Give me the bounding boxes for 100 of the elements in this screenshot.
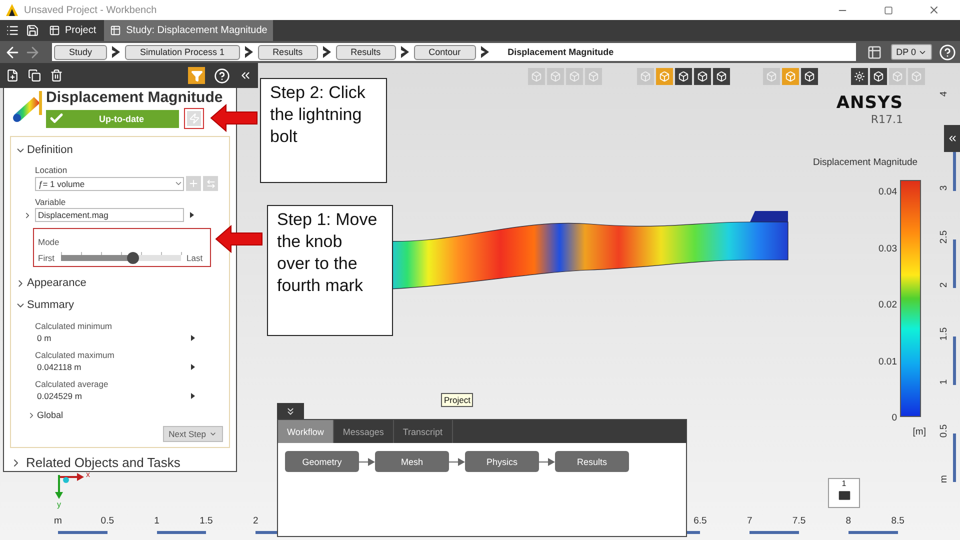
- view-tool-button[interactable]: [694, 68, 711, 85]
- tooltip: Project: [441, 393, 474, 407]
- help-icon[interactable]: [939, 44, 956, 60]
- view-tool-button[interactable]: [851, 68, 868, 85]
- menu-arrow-icon[interactable]: [191, 393, 195, 399]
- separator-arrow-icon: [111, 46, 122, 58]
- tab[interactable]: Transcript: [394, 420, 453, 443]
- ruler-label: 2: [938, 282, 950, 288]
- table-icon[interactable]: [867, 44, 882, 60]
- cube-icon: [716, 71, 727, 82]
- save-icon[interactable]: [26, 24, 38, 37]
- plus-icon: [188, 178, 199, 189]
- breadcrumb-button[interactable]: Contour: [414, 44, 476, 60]
- section-header[interactable]: Appearance: [15, 277, 223, 289]
- legend-title: Displacement Magnitude: [813, 157, 918, 168]
- ruler-label: 1.5: [938, 326, 950, 340]
- ruler-label: 1: [938, 379, 950, 385]
- tab[interactable]: Messages: [334, 420, 394, 443]
- menu-arrow-icon[interactable]: [191, 335, 195, 341]
- contour-object-icon: [10, 89, 42, 123]
- breadcrumb-button[interactable]: Results: [258, 44, 318, 60]
- breadcrumb-button[interactable]: Results: [336, 44, 396, 60]
- breadcrumb-button[interactable]: Simulation Process 1: [125, 44, 240, 60]
- ruler-label: 7: [746, 516, 752, 526]
- cube-icon: [678, 71, 689, 82]
- collapse-icon[interactable]: [239, 69, 252, 82]
- tab[interactable]: Study: Displacement Magnitude: [104, 20, 274, 41]
- expand-icon[interactable]: [23, 210, 32, 220]
- origin-dot-icon: [63, 477, 69, 483]
- slider-knob[interactable]: [126, 252, 139, 264]
- caret-icon: [174, 179, 183, 188]
- cube-icon: [873, 71, 884, 82]
- logo-version: R17.1: [870, 113, 903, 126]
- flow-arrow-icon: [539, 458, 555, 466]
- ruler-label: 1.5: [200, 516, 213, 526]
- legend-tick-label: 0.03: [878, 243, 897, 254]
- subsection-header[interactable]: Global: [27, 410, 223, 420]
- separator-arrow-icon: [322, 46, 332, 58]
- cube-icon: [892, 71, 903, 82]
- menu-arrow-icon[interactable]: [191, 364, 195, 370]
- slider-min-label: First: [38, 253, 55, 263]
- instruction-callout: Step 2: Click the lightning bolt: [260, 78, 387, 183]
- light-icon: [854, 71, 865, 82]
- collapse-icon: [285, 406, 296, 417]
- instruction-callout: Step 1: Move the knob over to the fourth mark: [267, 205, 393, 336]
- summary-value: 0 m: [37, 333, 52, 343]
- related-objects-header[interactable]: Related Objects and Tasks: [10, 455, 230, 470]
- layout-icon: [110, 25, 122, 36]
- breadcrumb-button[interactable]: Study: [54, 44, 108, 60]
- ruler-label: 8: [846, 516, 852, 526]
- ruler-label: 6.5: [694, 516, 707, 526]
- separator-arrow-icon: [400, 46, 410, 58]
- design-point-dropdown[interactable]: DP 0: [891, 44, 932, 60]
- view-tool-button[interactable]: [675, 68, 692, 85]
- ruler-label: 4: [938, 91, 950, 97]
- flow-arrow-icon: [449, 458, 465, 466]
- window-title: Unsaved Project - Workbench: [24, 4, 158, 16]
- workflow-step-button[interactable]: Results: [555, 451, 629, 472]
- collapse-button[interactable]: [277, 403, 304, 420]
- view-tool-button[interactable]: [801, 68, 818, 85]
- view-tool-button[interactable]: [713, 68, 730, 85]
- summary-value: 0.024529 m: [37, 391, 82, 401]
- copy-icon[interactable]: [28, 69, 41, 82]
- cube-icon: [640, 71, 651, 82]
- ruler-label: 8.5: [891, 516, 904, 526]
- trash-icon[interactable]: [50, 69, 63, 82]
- expand-side-button[interactable]: [944, 125, 960, 152]
- lightning-icon: [188, 113, 200, 124]
- maximize-icon[interactable]: [884, 6, 892, 14]
- location-dropdown[interactable]: ƒ= 1 volume: [35, 176, 184, 190]
- tab[interactable]: Project: [43, 20, 102, 41]
- close-icon[interactable]: [928, 4, 940, 16]
- view-tool-button[interactable]: [870, 68, 887, 85]
- legend-tick-label: 0.01: [878, 356, 897, 367]
- logo-name: ANSYS: [836, 93, 903, 113]
- message-badge[interactable]: 1: [828, 478, 860, 508]
- variable-field[interactable]: Displacement.mag: [35, 208, 184, 222]
- cube-icon: [697, 71, 708, 82]
- menu-arrow-icon[interactable]: [190, 212, 194, 218]
- breadcrumb-current: Displacement Magnitude: [506, 47, 614, 57]
- ruler-label: 2.5: [938, 230, 950, 244]
- workflow-step-button[interactable]: Geometry: [285, 451, 359, 472]
- help-icon[interactable]: [214, 68, 230, 84]
- mode-slider[interactable]: [60, 255, 181, 261]
- field-label: Variable: [35, 197, 67, 207]
- ruler-label: 0.5: [100, 516, 114, 526]
- workflow-step-button[interactable]: Physics: [465, 451, 539, 472]
- workflow-step-button[interactable]: Mesh: [375, 451, 449, 472]
- legend-tick-label: 0.04: [878, 186, 897, 198]
- filter-icon: [190, 70, 202, 82]
- menu-icon[interactable]: [6, 24, 18, 37]
- cube-icon: [766, 71, 777, 82]
- chevron-right-icon[interactable]: [27, 410, 36, 420]
- new-file-icon[interactable]: [6, 69, 19, 82]
- section-header[interactable]: Definition: [15, 144, 223, 156]
- next-step-button[interactable]: Next Step: [162, 426, 223, 442]
- update-button[interactable]: [184, 108, 204, 129]
- cube-icon: [785, 71, 796, 82]
- ruler-label: m: [54, 516, 62, 526]
- section-header[interactable]: Summary: [15, 299, 223, 311]
